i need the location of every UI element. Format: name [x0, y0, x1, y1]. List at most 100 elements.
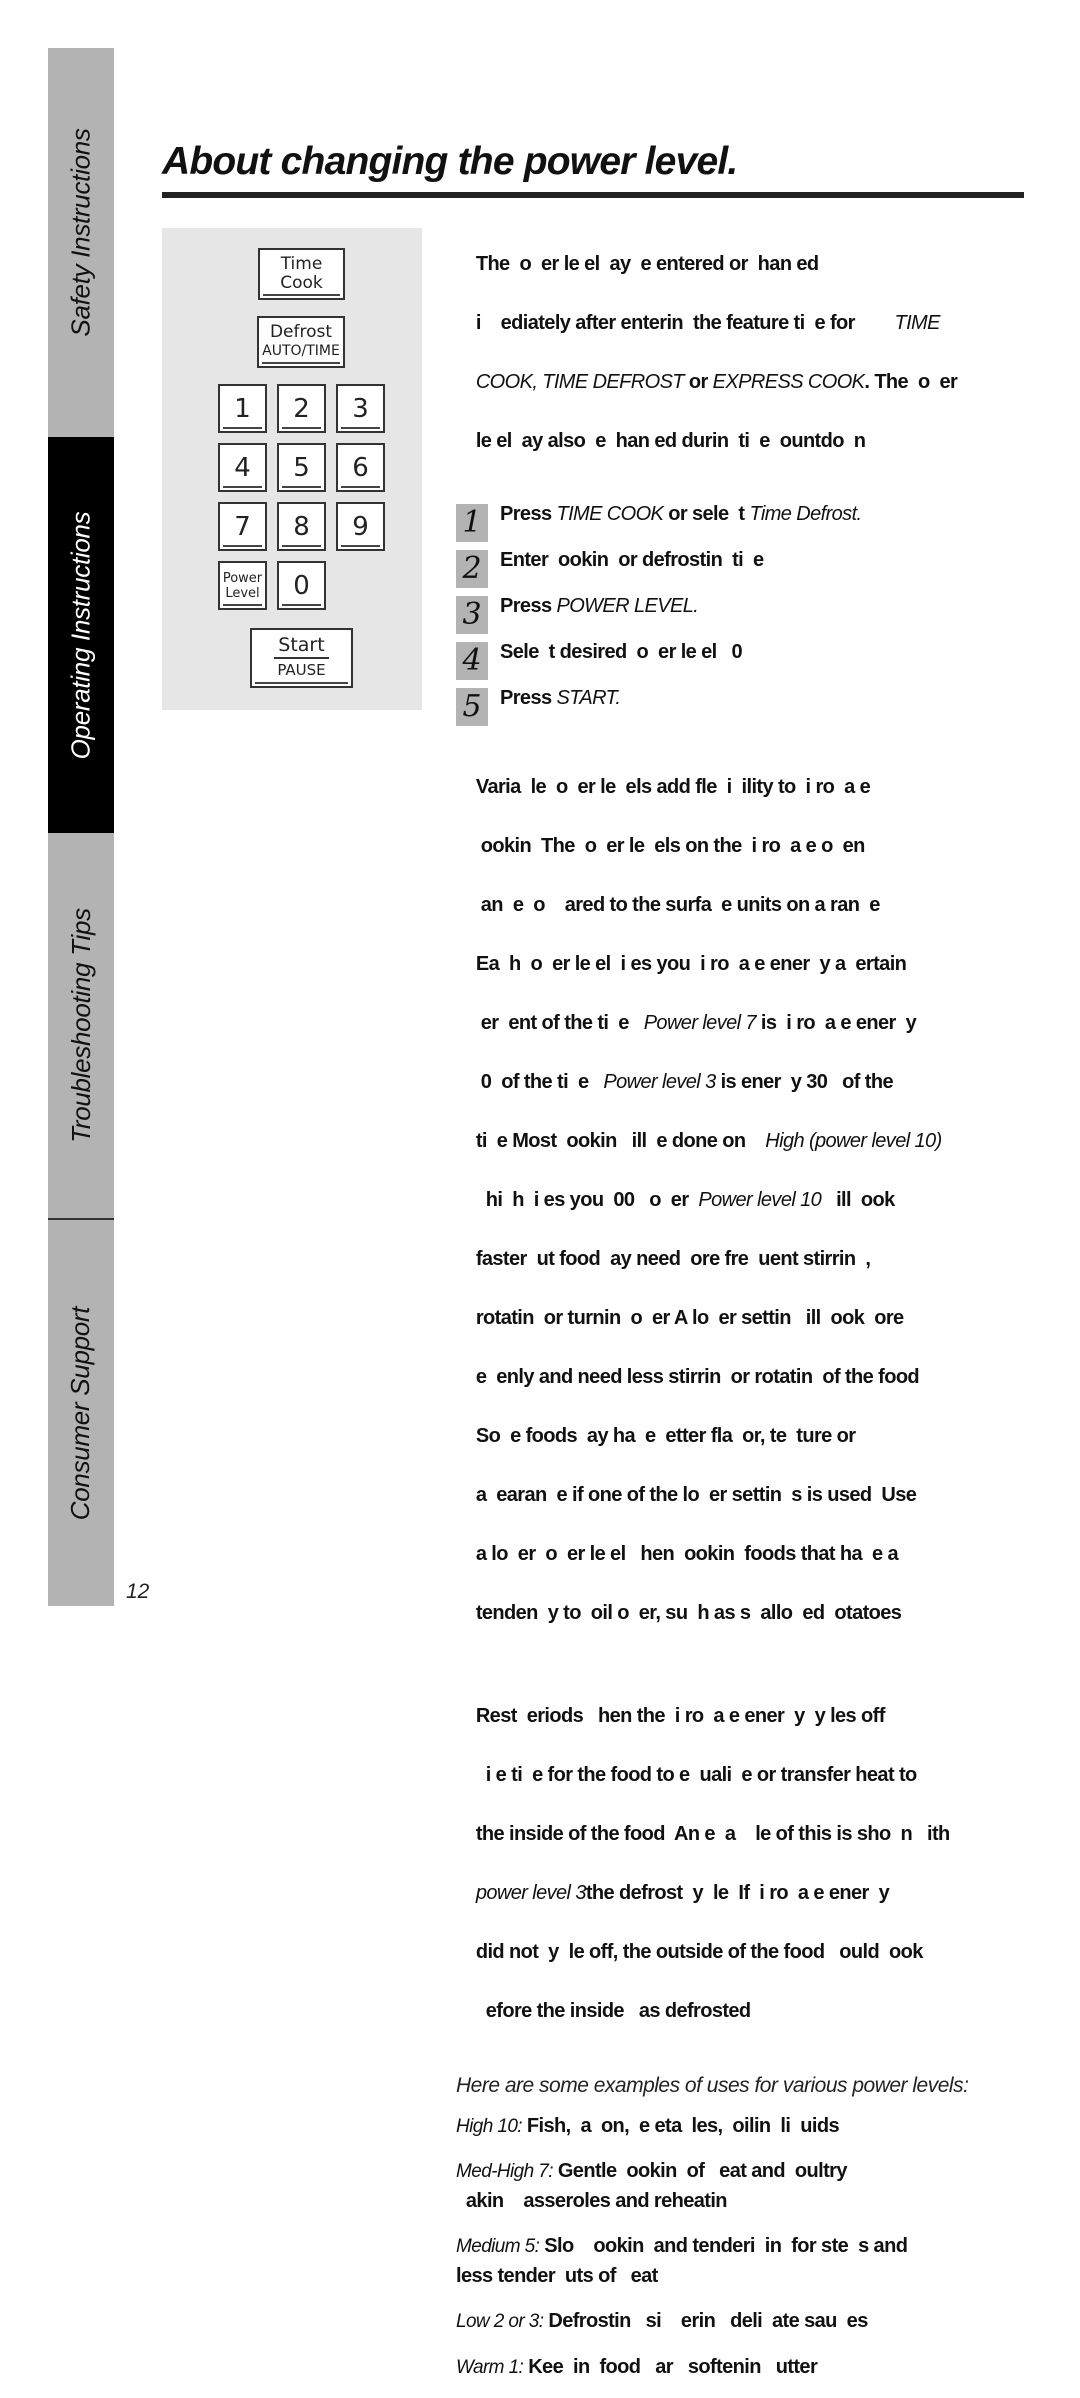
text-line: So e foods ay ha e etter fla or, te ture…	[475, 1425, 856, 1447]
text-italic: START.	[556, 686, 621, 709]
step-item: 5 Press START.	[456, 684, 1036, 730]
text-italic: Power level 7	[643, 1012, 757, 1034]
example-item: Medium 5: Slo ookin and tenderi in for s…	[456, 2232, 1036, 2291]
variable-power-paragraph: Varia le o er le els add fle i ility to …	[456, 744, 1036, 1659]
text-line: tenden y to oil o er, su h as s allo ed …	[475, 1602, 902, 1624]
example-item: Warm 1: Kee in food ar softenin utter	[456, 2353, 1036, 2383]
step-text: Enter ookin or defrostin ti e	[500, 546, 764, 574]
key-start-pause: Start PAUSE	[250, 628, 353, 688]
tab-label: Troubleshooting Tips	[65, 908, 96, 1143]
step-text: Press POWER LEVEL.	[500, 592, 699, 620]
step-item: 4 Sele t desired o er le el 0	[456, 638, 1036, 684]
text-italic: TIME	[894, 311, 940, 334]
key-digit: 1	[218, 384, 267, 433]
text-line: Varia le o er le els add fle i ility to …	[475, 776, 871, 798]
text-line: e enly and need less stirrin or rotatin …	[475, 1366, 920, 1388]
text-italic: Time Defrost.	[749, 502, 862, 525]
key-label: Power	[222, 570, 263, 586]
text-line: le el ay also e han ed durin ti e ountdo…	[475, 429, 866, 452]
page-number: 12	[126, 1580, 150, 1603]
step-text: Press TIME COOK or sele t Time Defrost.	[500, 500, 862, 528]
key-power-level: Power Level	[218, 561, 267, 610]
text-line: is i ro a e ener y	[755, 1012, 917, 1034]
key-digit: 3	[336, 384, 385, 433]
key-digit: 6	[336, 443, 385, 492]
text-line: an e o ared to the surfa e units on a ra…	[475, 894, 881, 916]
text-line: rotatin or turnin o er A lo er settin il…	[475, 1307, 904, 1329]
text-line: a earan e if one of the lo er settin s i…	[475, 1484, 917, 1506]
text-line: the defrost y le If i ro a e ener y	[585, 1881, 890, 1904]
example-text: less tender uts of eat	[456, 2264, 658, 2287]
key-label: Level	[225, 585, 260, 601]
example-label: Low 2 or 3:	[456, 2311, 544, 2332]
example-text: Defrostin si erin deli ate sau es	[543, 2310, 868, 2332]
step-text: Sele t desired o er le el 0	[500, 638, 743, 666]
text-line: faster ut food ay need ore fre uent stir…	[475, 1248, 871, 1270]
text-line: a lo er o er le el hen ookin foods that …	[475, 1543, 899, 1565]
text-line: . The o er	[864, 370, 958, 393]
text: Press	[500, 686, 557, 709]
text-italic: Power level 10	[698, 1189, 822, 1211]
key-time-cook: Time Cook	[258, 248, 345, 300]
text-line: or	[683, 370, 713, 393]
step-item: 3 Press POWER LEVEL.	[456, 592, 1036, 638]
text-line: The o er le el ay e entered or han ed	[475, 252, 819, 275]
keypad-illustration: Time Cook Defrost AUTO/TIME 1 2 3 4 5 6 …	[162, 228, 422, 710]
title-rule	[162, 192, 1024, 198]
text: Press	[500, 502, 557, 525]
example-label: Medium 5:	[456, 2236, 540, 2257]
text-line: the inside of the food An e a le of this…	[475, 1822, 950, 1845]
text-line: is ener y 30 of the	[715, 1071, 894, 1093]
example-item: Low 2 or 3: Defrostin si erin deli ate s…	[456, 2307, 1036, 2337]
text-line: ookin The o er le els on the i ro a e o …	[475, 835, 866, 857]
key-label: Time	[280, 254, 323, 274]
text: Enter ookin or defrostin ti e	[500, 548, 764, 571]
text-line: ill ook	[821, 1189, 895, 1211]
step-number: 4	[456, 641, 488, 680]
text-line: ti e Most ookin ill e done on	[475, 1130, 766, 1152]
example-label: Med-High 7:	[456, 2161, 553, 2182]
tab-operating-instructions[interactable]: Operating Instructions	[48, 437, 114, 833]
text-italic: COOK, TIME DEFROST	[475, 370, 685, 393]
main-content: The o er le el ay e entered or han ed i …	[456, 220, 1036, 2398]
key-digit: 7	[218, 502, 267, 551]
section-sidebar: Safety Instructions Operating Instructio…	[48, 48, 114, 1606]
example-item: Med-High 7: Gentle ookin of eat and oult…	[456, 2157, 1036, 2216]
key-defrost-auto-time: Defrost AUTO/TIME	[257, 316, 345, 368]
text-italic: POWER LEVEL.	[556, 594, 699, 617]
tab-troubleshooting-tips[interactable]: Troubleshooting Tips	[48, 833, 114, 1218]
key-label: AUTO/TIME	[262, 343, 340, 359]
example-label: Warm 1:	[456, 2356, 524, 2378]
example-text: Gentle ookin of eat and oultry	[552, 2160, 848, 2182]
text-line: Ea h o er le el i es you i ro a e ener y…	[475, 953, 907, 975]
example-text: akin asseroles and reheatin	[456, 2189, 728, 2212]
example-label: High 10:	[456, 2115, 523, 2137]
tab-safety-instructions[interactable]: Safety Instructions	[48, 48, 114, 416]
text: Press	[500, 594, 557, 617]
key-digit: 4	[218, 443, 267, 492]
step-item: 1 Press TIME COOK or sele t Time Defrost…	[456, 500, 1036, 546]
key-label: Cook	[280, 273, 323, 293]
step-text: Press START.	[500, 684, 621, 712]
text-line: 0 of the ti e	[475, 1071, 604, 1093]
step-number: 2	[456, 549, 488, 588]
page-title: About changing the power level.	[162, 140, 738, 183]
key-digit: 5	[277, 443, 326, 492]
text-italic: TIME COOK	[556, 502, 664, 525]
rest-periods-paragraph: Rest eriods hen the i ro a e ener y y le…	[456, 1672, 1036, 2056]
key-label: Start	[274, 636, 329, 659]
example-text: Kee in food ar softenin utter	[523, 2355, 818, 2378]
text: or sele t	[663, 502, 750, 525]
text-italic: High (power level 10)	[765, 1130, 942, 1152]
step-item: 2 Enter ookin or defrostin ti e	[456, 546, 1036, 592]
tab-consumer-support[interactable]: Consumer Support	[48, 1220, 114, 1606]
key-label: PAUSE	[277, 661, 326, 679]
steps-list: 1 Press TIME COOK or sele t Time Defrost…	[456, 500, 1036, 730]
text-line: efore the inside as defrosted	[475, 1999, 751, 2022]
example-text: Fish, a on, e eta les, oilin li uids	[521, 2114, 840, 2137]
step-number: 5	[456, 687, 488, 726]
step-number: 1	[456, 503, 488, 542]
text-line: i e ti e for the food to e uali e or tra…	[475, 1763, 918, 1786]
key-digit: 2	[277, 384, 326, 433]
